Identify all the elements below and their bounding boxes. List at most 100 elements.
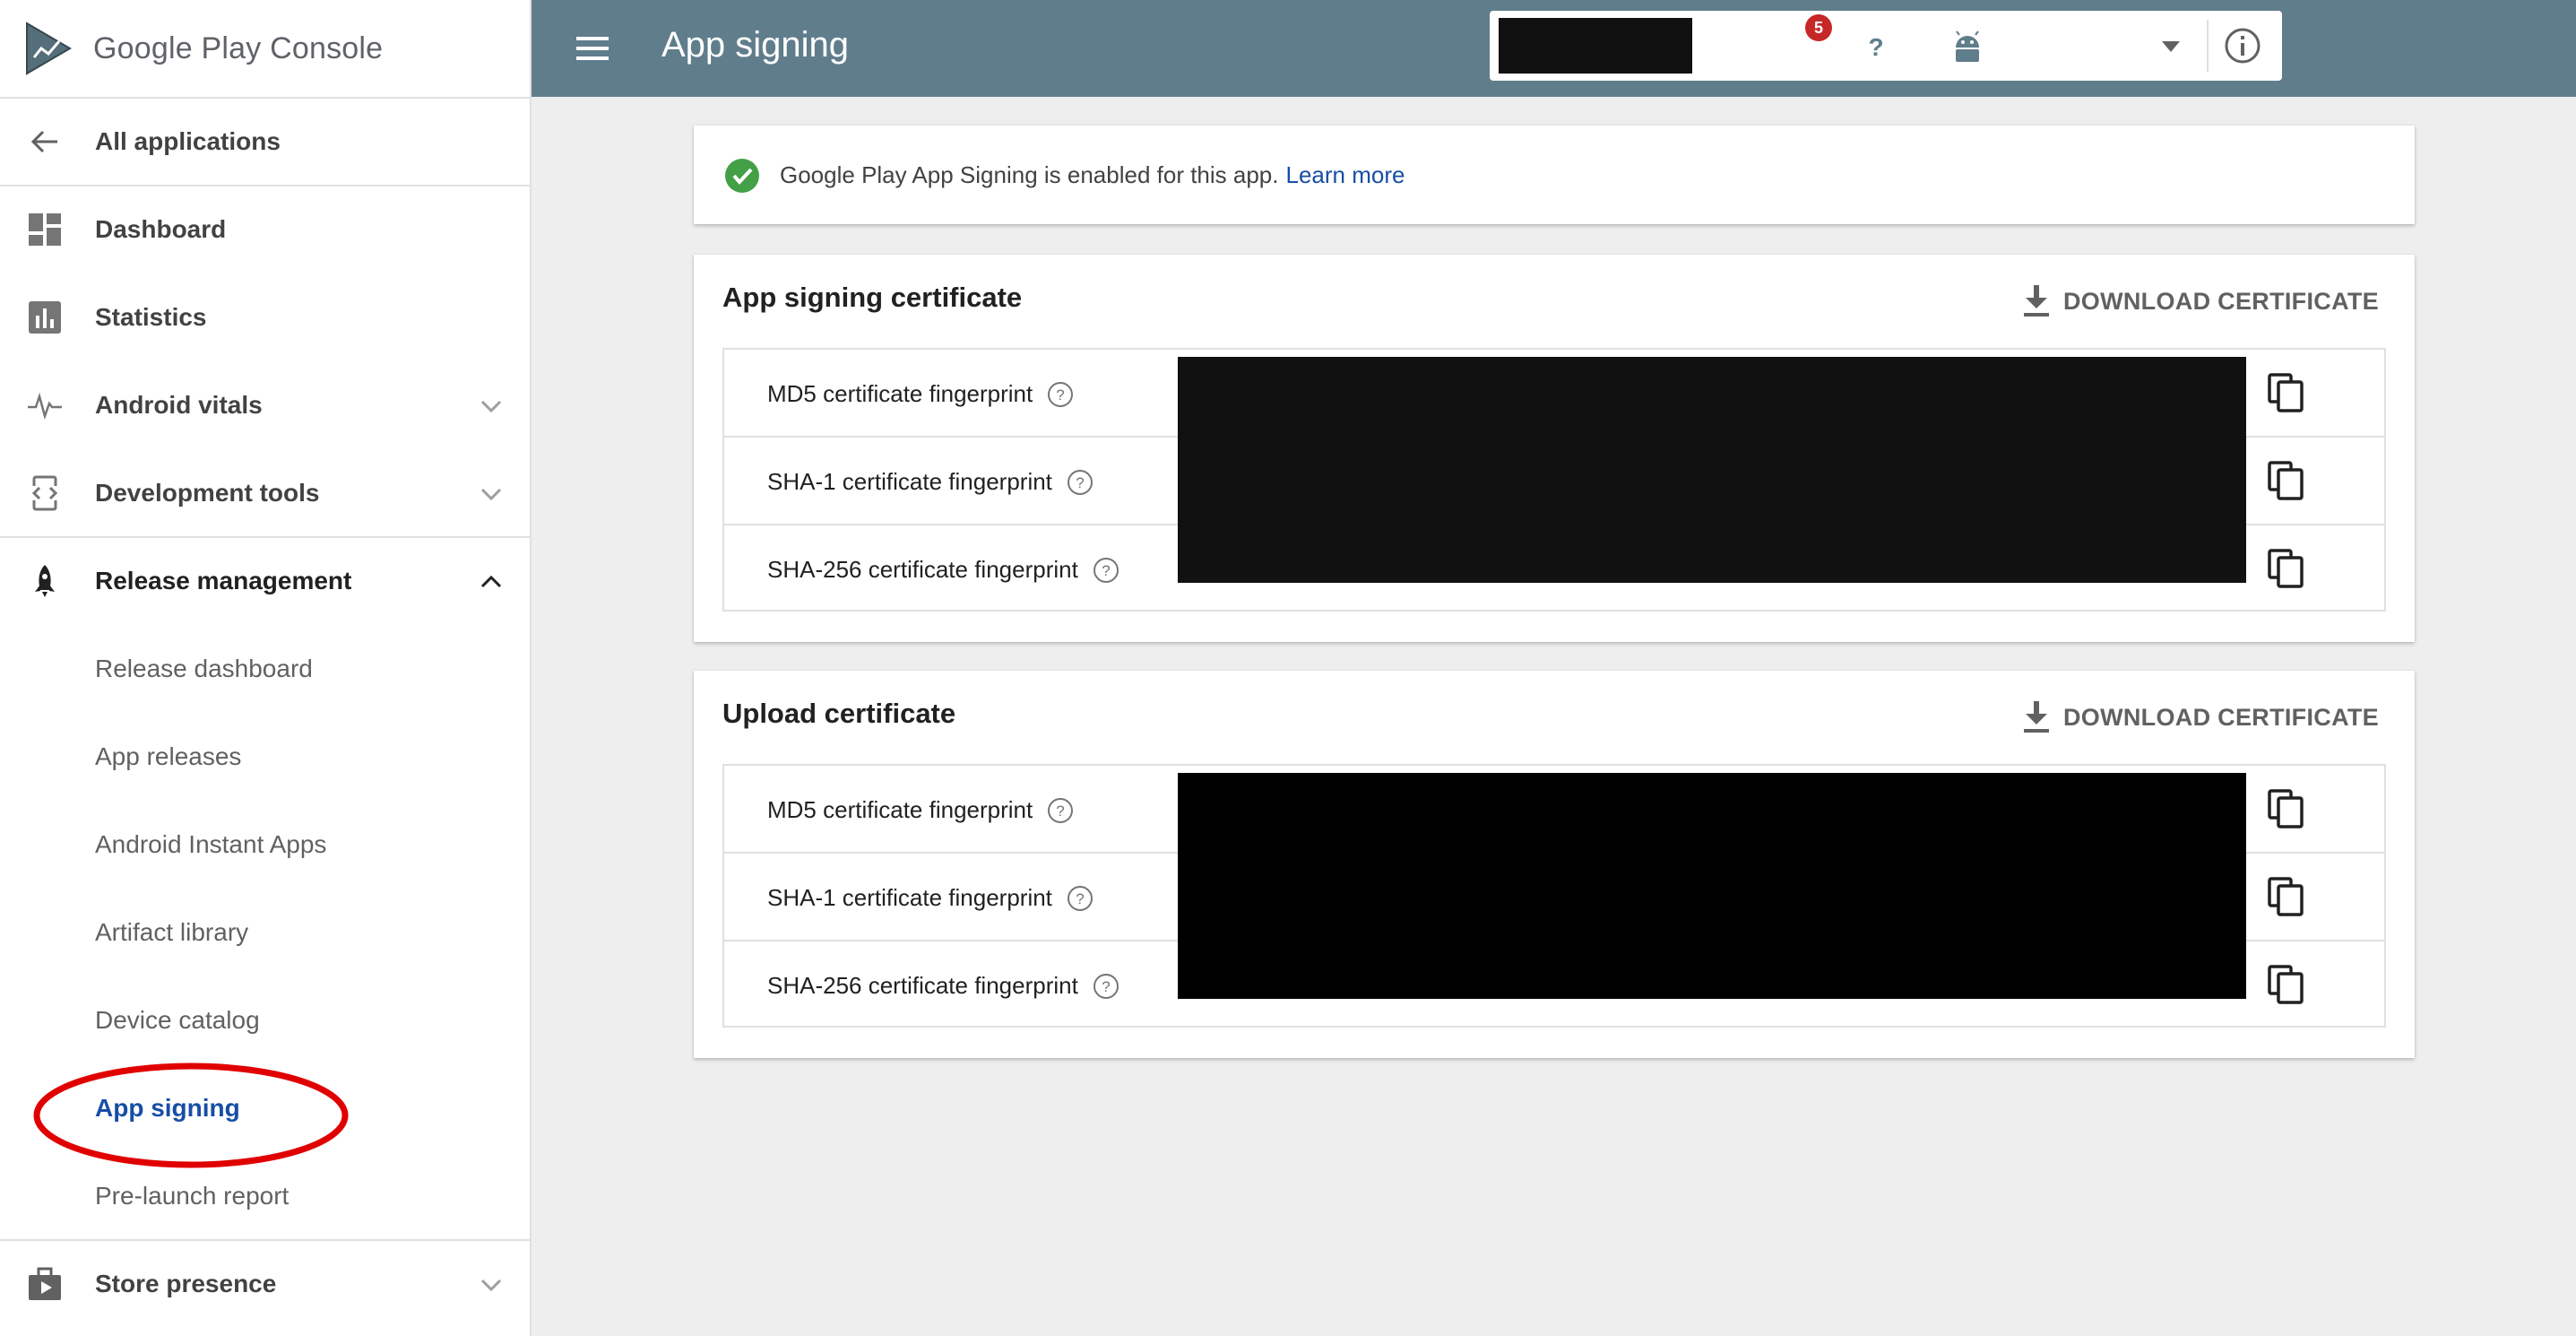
notice-message: Google Play App Signing is enabled for t… xyxy=(780,161,1279,188)
notification-badge: 5 xyxy=(1805,14,1832,41)
selector-divider xyxy=(2207,20,2209,72)
chevron-up-icon xyxy=(480,575,502,588)
shopping-bag-icon xyxy=(29,1267,61,1300)
nav-store-presence-label: Store presence xyxy=(95,1270,277,1297)
fingerprint-table: MD5 certificate fingerprint ? SHA-1 cert… xyxy=(722,348,2386,612)
download-certificate-button[interactable]: DOWNLOAD CERTIFICATE xyxy=(2020,698,2379,737)
table-row: SHA-1 certificate fingerprint ? xyxy=(724,436,2384,524)
download-certificate-button[interactable]: DOWNLOAD CERTIFICATE xyxy=(2020,282,2379,321)
download-certificate-label: DOWNLOAD CERTIFICATE xyxy=(2063,287,2379,315)
md5-fingerprint-label: MD5 certificate fingerprint xyxy=(767,796,1033,823)
nav-android-vitals[interactable]: Android vitals xyxy=(0,361,530,449)
fingerprint-label: SHA-256 certificate fingerprint ? xyxy=(767,972,1119,1000)
help-outline-icon[interactable]: ? xyxy=(1093,973,1119,1000)
card-title: Upload certificate xyxy=(722,698,956,729)
play-console-logo-icon xyxy=(26,22,72,75)
rocket-icon xyxy=(35,565,55,597)
help-outline-icon[interactable]: ? xyxy=(1067,469,1094,496)
copy-icon[interactable] xyxy=(2266,547,2305,590)
developer-mode-icon xyxy=(30,475,59,511)
nav-all-applications[interactable]: All applications xyxy=(0,98,530,186)
fingerprint-label: MD5 certificate fingerprint ? xyxy=(767,796,1074,824)
table-row: MD5 certificate fingerprint ? xyxy=(724,766,2384,852)
help-outline-icon[interactable]: ? xyxy=(1093,557,1119,584)
help-outline-icon[interactable]: ? xyxy=(1047,381,1074,408)
redacted-app-name xyxy=(1499,18,1692,74)
nav-pre-launch-report-label: Pre-launch report xyxy=(95,1182,290,1210)
svg-text:?: ? xyxy=(1057,386,1065,403)
nav-dashboard[interactable]: Dashboard xyxy=(0,186,530,273)
nav-development-tools-label: Development tools xyxy=(95,479,320,507)
dashboard-icon xyxy=(29,213,61,246)
nav-release-management-label: Release management xyxy=(95,567,352,594)
nav-artifact-library[interactable]: Artifact library xyxy=(0,889,530,976)
svg-text:?: ? xyxy=(1102,978,1110,995)
fingerprint-label: SHA-1 certificate fingerprint ? xyxy=(767,884,1094,912)
card-title: App signing certificate xyxy=(722,282,1023,313)
help-icon[interactable]: ? xyxy=(1854,25,1897,68)
copy-icon[interactable] xyxy=(2266,459,2305,502)
copy-icon[interactable] xyxy=(2266,371,2305,414)
nav-release-management[interactable]: Release management xyxy=(0,537,530,625)
fingerprint-label: SHA-256 certificate fingerprint ? xyxy=(767,556,1119,584)
android-robot-icon xyxy=(1956,30,1979,62)
learn-more-link[interactable]: Learn more xyxy=(1286,161,1405,188)
table-row: SHA-256 certificate fingerprint ? xyxy=(724,940,2384,1028)
brand-console: Console xyxy=(270,30,384,65)
nav-dashboard-label: Dashboard xyxy=(95,215,227,243)
copy-icon[interactable] xyxy=(2266,787,2305,830)
brand-name: Google Play Console xyxy=(93,31,383,66)
nav-device-catalog[interactable]: Device catalog xyxy=(0,976,530,1064)
nav-app-releases[interactable]: App releases xyxy=(0,713,530,801)
hamburger-icon[interactable] xyxy=(575,30,610,66)
fingerprint-label: MD5 certificate fingerprint ? xyxy=(767,380,1074,408)
check-circle-icon xyxy=(725,159,759,193)
fingerprint-label: SHA-1 certificate fingerprint ? xyxy=(767,468,1094,496)
fingerprint-table: MD5 certificate fingerprint ? SHA-1 cert… xyxy=(722,764,2386,1028)
sha256-fingerprint-label: SHA-256 certificate fingerprint xyxy=(767,556,1078,583)
svg-text:?: ? xyxy=(1102,562,1110,579)
sha1-fingerprint-label: SHA-1 certificate fingerprint xyxy=(767,884,1052,911)
svg-text:?: ? xyxy=(1076,890,1084,907)
brand-logo[interactable]: Google Play Console xyxy=(25,22,383,75)
nav-store-presence[interactable]: Store presence xyxy=(0,1240,530,1328)
table-row: SHA-256 certificate fingerprint ? xyxy=(724,524,2384,612)
nav-all-applications-label: All applications xyxy=(95,127,281,155)
nav-android-instant-apps[interactable]: Android Instant Apps xyxy=(0,801,530,889)
download-icon xyxy=(2024,701,2049,733)
vitals-pulse-icon xyxy=(28,392,62,421)
avatar[interactable] xyxy=(1938,18,1997,77)
help-outline-icon[interactable]: ? xyxy=(1047,797,1074,824)
chevron-down-icon xyxy=(480,488,502,501)
arrow-back-icon xyxy=(30,130,57,153)
help-outline-icon[interactable]: ? xyxy=(1067,885,1094,912)
chevron-down-icon xyxy=(480,400,502,413)
chevron-down-icon xyxy=(480,1279,502,1292)
svg-text:?: ? xyxy=(1868,33,1883,61)
nav-android-vitals-label: Android vitals xyxy=(95,391,263,419)
notice-text: Google Play App Signing is enabled for t… xyxy=(780,161,1405,189)
nav-device-catalog-label: Device catalog xyxy=(95,1006,260,1034)
upload-certificate-card: Upload certificate DOWNLOAD CERTIFICATE … xyxy=(694,671,2415,1058)
download-icon xyxy=(2024,285,2049,317)
app-signing-certificate-card: App signing certificate DOWNLOAD CERTIFI… xyxy=(694,255,2415,642)
download-certificate-label: DOWNLOAD CERTIFICATE xyxy=(2063,703,2379,731)
statistics-icon xyxy=(29,301,61,334)
top-app-bar: App signing xyxy=(532,0,2576,97)
nav-development-tools[interactable]: Development tools xyxy=(0,449,530,537)
sha1-fingerprint-label: SHA-1 certificate fingerprint xyxy=(767,468,1052,495)
nav-artifact-library-label: Artifact library xyxy=(95,918,249,946)
copy-icon[interactable] xyxy=(2266,963,2305,1006)
md5-fingerprint-label: MD5 certificate fingerprint xyxy=(767,380,1033,407)
nav-statistics-label: Statistics xyxy=(95,303,207,331)
brand-google-play: Google Play xyxy=(93,30,262,65)
svg-text:?: ? xyxy=(1057,802,1065,820)
copy-icon[interactable] xyxy=(2266,875,2305,918)
table-row: MD5 certificate fingerprint ? xyxy=(724,350,2384,436)
info-icon[interactable] xyxy=(2223,26,2262,65)
nav-statistics[interactable]: Statistics xyxy=(0,273,530,361)
nav-release-dashboard[interactable]: Release dashboard xyxy=(0,625,530,713)
nav-app-releases-label: App releases xyxy=(95,742,242,770)
table-row: SHA-1 certificate fingerprint ? xyxy=(724,852,2384,940)
page-title: App signing xyxy=(661,25,850,65)
